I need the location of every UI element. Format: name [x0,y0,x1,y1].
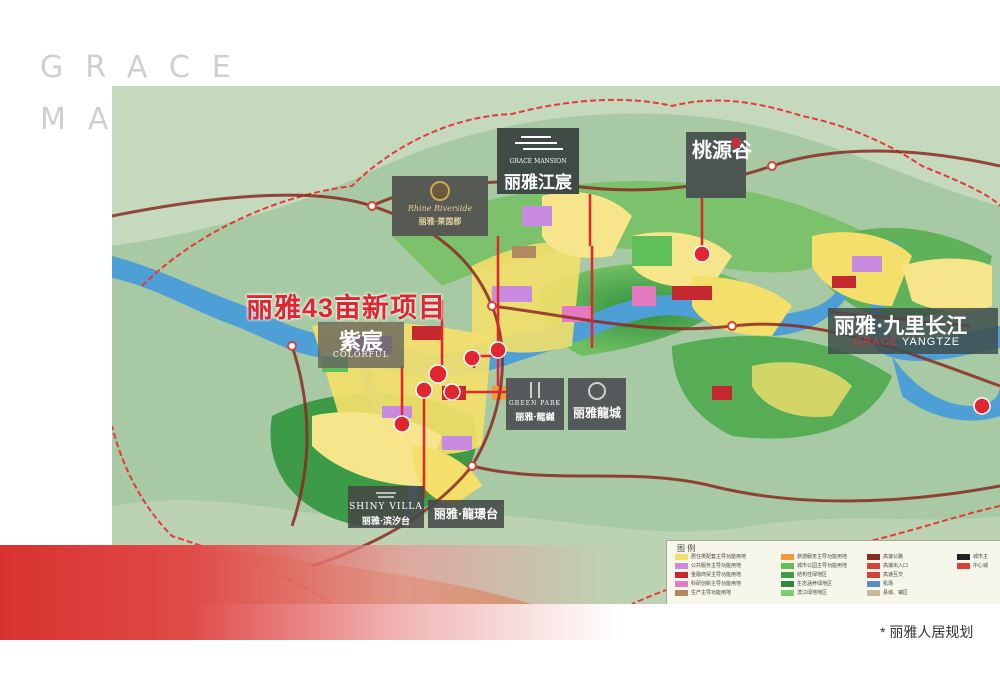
legend-label: 居住类配套主导功能用地 [691,554,747,560]
project-rhine-cn: 丽雅·莱茵郡 [418,216,462,226]
legend-swatch [781,589,794,596]
legend-swatch [675,562,688,569]
legend-swatch [675,589,688,596]
legend-swatch [781,562,794,569]
legend-label: 公共服务主导功能用地 [691,563,742,569]
legend-swatch [675,571,688,578]
grace-mansion-logo-icon [515,136,563,150]
legend-label: 生产主导功能用地 [691,590,732,596]
legend-item: 城市主 [957,553,988,561]
legend-item: 县城、镇区 [867,589,908,597]
legend-label: 高速出入口 [883,563,909,569]
legend-swatch [781,553,794,560]
legend-swatch [867,580,880,587]
legend-swatch [867,553,880,560]
project-greenpark-en: GREEN PARK [508,400,562,407]
project-hongchen-cn: 丽雅江宸 [504,173,572,193]
legend-swatch [867,589,880,596]
legend-swatch [781,571,794,578]
project-label-taoyuan: 桃源谷 [686,132,752,198]
legend-swatch [867,571,880,578]
legend-swatch [957,562,970,569]
legend-label: 城市主 [973,554,989,560]
project-colorful-en: COLORFUL [332,350,390,359]
legend-swatch [675,553,688,560]
legend-label: 结构性绿地区 [797,572,828,578]
legend-label: 机场 [883,581,894,587]
project-label-yangtze: 丽雅·九里长江 GRACE YANGTZE [828,308,998,354]
legend-swatch [867,562,880,569]
legend-item: 高速公路 [867,553,903,561]
project-yangtze-en: GRACE YANGTZE [854,336,960,348]
legend-item: 科研创新主导功能用地 [675,580,741,588]
project-yangtze-en-rest: YANGTZE [898,336,961,348]
project-shiny-cn: 丽雅·滨汐台 [361,517,411,527]
legend-label: 县城、镇区 [883,590,909,596]
legend-swatch [781,580,794,587]
legend-item: 中心城 [957,562,988,570]
legend-label: 中心城 [973,563,989,569]
project-label-jingtai: 丽雅·龍璟台 [428,500,504,528]
headline-new-project: 丽雅43亩新项目 [246,293,447,323]
legend-item: 机场 [867,580,893,588]
legend-label: 金融商贸主导功能用地 [691,572,742,578]
project-label-rhine: Rhine Riverside 丽雅·莱茵郡 [392,176,488,236]
legend-item: 高速出入口 [867,562,908,570]
project-label-greenpark: GREEN PARK 丽雅·龍樾 [506,378,564,430]
legend-label: 高速公路 [883,554,904,560]
legend-label: 生态涵养绿地区 [797,581,833,587]
legend-swatch [675,580,688,587]
project-label-hongchen: GRACE MANSION 丽雅江宸 [497,128,579,194]
project-greenpark-cn: 丽雅·龍樾 [515,413,555,423]
legend-swatch [957,553,970,560]
project-yangtze-en-accent: GRACE [854,336,899,348]
shiny-villa-logo-icon [376,492,396,498]
legend-item: 旅游服务主导功能用地 [781,553,847,561]
tower-icon [530,382,540,398]
legend-item: 高速互交 [867,571,903,579]
legend-label: 高速互交 [883,572,904,578]
map-legend: 图 例 居住类配套主导功能用地 公共服务主导功能用地 金融商贸主导功能用地 科研创新主… [666,540,1000,604]
caption: * 丽雅人居规划 [880,624,974,640]
decorative-red-band [0,545,620,640]
legend-item: 滨江绿地地区 [781,589,827,597]
legend-label: 滨江绿地地区 [797,590,828,596]
legend-item: 结构性绿地区 [781,571,827,579]
project-shiny-en: SHINY VILLA [349,502,423,512]
emblem-ring-icon [588,382,606,400]
project-label-colorful: 紫宸 COLORFUL [318,322,404,368]
project-rhine-en: Rhine Riverside [407,204,473,213]
project-longcheng-cn: 丽雅龍城 [572,406,621,420]
legend-item: 生产主导功能用地 [675,589,731,597]
project-hongchen-en: GRACE MANSION [509,158,567,165]
seal-icon [732,138,740,148]
legend-item: 生态涵养绿地区 [781,580,832,588]
legend-item: 金融商贸主导功能用地 [675,571,741,579]
legend-item: 居住类配套主导功能用地 [675,553,746,561]
project-label-longcheng: 丽雅龍城 [568,378,626,430]
project-jingtai-cn: 丽雅·龍璟台 [433,507,499,521]
legend-item: 城市公园主导功能用地 [781,562,847,570]
legend-label: 旅游服务主导功能用地 [797,554,848,560]
crest-icon [430,181,450,201]
legend-item: 公共服务主导功能用地 [675,562,741,570]
legend-label: 城市公园主导功能用地 [797,563,848,569]
project-label-shiny: SHINY VILLA 丽雅·滨汐台 [348,486,424,528]
legend-label: 科研创新主导功能用地 [691,581,742,587]
